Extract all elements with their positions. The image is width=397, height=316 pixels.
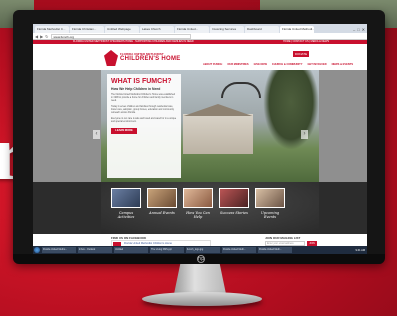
monitor-base — [142, 292, 262, 306]
feature-photo[interactable] — [111, 188, 141, 208]
taskbar-item[interactable]: Untitled — [114, 247, 148, 253]
taskbar: Florida United Metho... Inbox - Outlook … — [33, 246, 367, 254]
site-header: FLORIDA UNITED METHODIST CHILDREN'S HOME… — [33, 44, 367, 70]
logo-main-text[interactable]: CHILDREN'S HOME — [120, 56, 181, 62]
browser-tab[interactable]: Untitled Webpage — [105, 26, 139, 33]
taskbar-item[interactable]: The Living FMS.ppt — [150, 247, 184, 253]
address-bar: ◀ ▶ ↻ www.fumch.org — [33, 33, 367, 40]
menu-item[interactable]: GET INVOLVED — [307, 63, 326, 66]
monitor-stand — [174, 264, 226, 294]
hero-title: WHAT IS FUMCH? — [111, 78, 172, 85]
hero-paragraph: Today it serves children and families th… — [111, 106, 175, 114]
mailing-list-heading: JOIN OUR MAILING LIST — [265, 236, 301, 240]
browser-tab[interactable]: Florida United... — [175, 26, 209, 33]
feature-photo[interactable] — [147, 188, 177, 208]
feature-card[interactable]: Annual Events — [147, 188, 177, 219]
forward-icon[interactable]: ▶ — [40, 34, 43, 39]
browser-tabbar: Florida Methodist C... Florida Christian… — [33, 24, 367, 33]
main-menu: ABOUT FUMCH OUR MINISTRIES GIVE NOW CHUR… — [203, 63, 353, 66]
feature-caption[interactable]: How You Can Help — [183, 211, 213, 219]
flame-logo-icon[interactable] — [104, 50, 118, 66]
taskbar-item[interactable]: Florida United Meth... — [258, 247, 292, 253]
window-controls: – □ ✕ — [353, 25, 367, 33]
feature-caption[interactable]: Upcoming Events — [255, 211, 285, 219]
feature-cards: Campus Activities Annual Events How You … — [111, 188, 285, 219]
maximize-icon[interactable]: □ — [357, 27, 359, 32]
learn-more-button[interactable]: LEARN MORE — [111, 128, 137, 134]
taskbar-item[interactable]: Inbox - Outlook — [78, 247, 112, 253]
menu-item[interactable]: GIVE NOW — [254, 63, 267, 66]
reload-icon[interactable]: ↻ — [45, 34, 48, 39]
chalkboard-section: Campus Activities Annual Events How You … — [33, 182, 367, 234]
hero-paragraph: The Florida United Methodist Children's … — [111, 94, 176, 102]
browser-tab[interactable]: Lakes Church — [140, 26, 174, 33]
browser-tab[interactable]: Invoicing Services — [210, 26, 244, 33]
feature-card[interactable]: How You Can Help — [183, 188, 213, 219]
donate-button[interactable]: DONATE — [293, 51, 309, 57]
feature-caption[interactable]: Annual Events — [149, 211, 175, 215]
hero-paragraph: Everyone in our care is safe and loved a… — [111, 118, 177, 123]
feature-photo[interactable] — [219, 188, 249, 208]
feature-card[interactable]: Upcoming Events — [255, 188, 285, 219]
browser-tab[interactable]: Dashboard — [245, 26, 279, 33]
taskbar-item[interactable]: Florida United Meth... — [222, 247, 256, 253]
slider-prev-icon[interactable]: ‹ — [93, 130, 100, 139]
brand-logo: hp — [197, 255, 205, 263]
start-icon[interactable] — [34, 247, 40, 253]
menu-item[interactable]: OUR MINISTRIES — [227, 63, 248, 66]
url-field[interactable]: www.fumch.org — [50, 33, 191, 39]
hero-section: ‹ › WHAT IS FUMCH? How We Help Children … — [33, 70, 367, 182]
slider-next-icon[interactable]: › — [301, 130, 308, 139]
browser-tab[interactable]: Florida Christian... — [70, 26, 104, 33]
browser-tab[interactable]: Florida Methodist C... — [35, 26, 69, 33]
hero-text-box: WHAT IS FUMCH? How We Help Children in N… — [107, 74, 181, 178]
taskbar-item[interactable]: fumch_logo.jpg — [186, 247, 220, 253]
feature-caption[interactable]: Campus Activities — [111, 211, 141, 219]
taskbar-item[interactable]: Florida United Metho... — [42, 247, 76, 253]
menu-item[interactable]: NEWS & EVENTS — [332, 63, 353, 66]
hero-building-image — [183, 114, 253, 154]
feature-card[interactable]: Success Stories — [219, 188, 249, 219]
taskbar-clock: 9:41 AM — [355, 248, 365, 252]
minimize-icon[interactable]: – — [353, 27, 355, 32]
hero-subtitle: How We Help Children in Need — [111, 87, 161, 91]
feature-card[interactable]: Campus Activities — [111, 188, 141, 219]
top-strip-text: FLORIDA UNITED METHODIST CHILDREN'S HOME… — [73, 40, 194, 43]
menu-item[interactable]: ABOUT FUMCH — [203, 63, 222, 66]
feature-photo[interactable] — [183, 188, 213, 208]
hero-tree-image — [263, 70, 319, 150]
feature-photo[interactable] — [255, 188, 285, 208]
feature-caption[interactable]: Success Stories — [220, 211, 248, 215]
back-icon[interactable]: ◀ — [35, 34, 38, 39]
close-icon[interactable]: ✕ — [362, 27, 365, 32]
menu-item[interactable]: CHURCH & COMMUNITY — [272, 63, 303, 66]
browser-tab-active[interactable]: Florida United Methodi... — [280, 26, 314, 33]
screen: Florida Methodist C... Florida Christian… — [33, 24, 367, 254]
